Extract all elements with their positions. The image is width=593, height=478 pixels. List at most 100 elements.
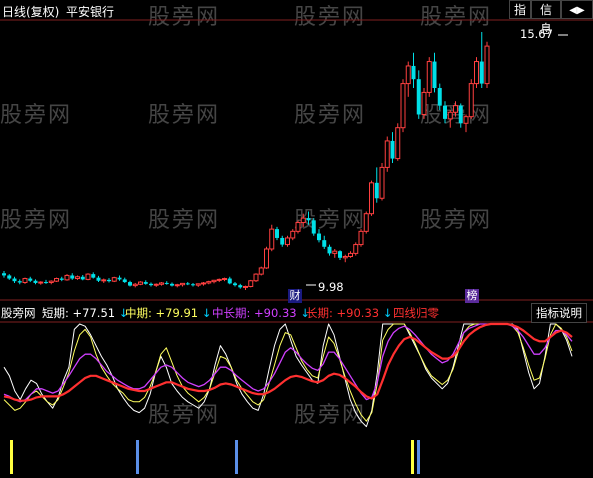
candle-body [7,275,12,279]
low-price-label: 9.98 [318,280,344,294]
nav-arrows-button[interactable]: ◀▶ [561,0,593,19]
candle-body [222,278,227,281]
candle-body [453,105,458,113]
signal-bar [10,440,13,474]
indicator-name[interactable]: 股旁网 [1,305,36,321]
candle-body [153,283,159,286]
candle-body [258,267,264,275]
long-arrow-icon: ↓ [382,306,393,320]
signal-bar [411,440,414,474]
candle-body [474,61,479,85]
candle-body [206,281,212,284]
candle-body [295,222,301,232]
candle-body [379,166,385,199]
midlong-term-label: 中长期 [212,306,247,320]
candle-body [348,252,353,257]
watermark-text: 股旁网 [420,5,492,30]
candle-body [363,213,369,232]
watermark-text: 股旁网 [0,208,72,233]
candle-body [300,217,306,224]
candle-body [174,284,180,287]
short-term-value: +77.51 [72,306,116,320]
short-label: 短期: +77.51 ↓ [42,306,129,320]
candle-body [22,278,28,284]
watermark-text: 股旁网 [148,208,220,233]
watermark-text: 股旁网 [148,103,220,128]
candle-body [248,280,254,287]
candle-body [443,105,447,119]
candle-body [96,277,101,281]
candle-body [243,285,248,288]
watermark-text: 股旁网 [294,403,366,428]
mid-label: 中期: +79.91 ↓ [125,306,212,320]
info-button[interactable]: 信息 [531,0,561,36]
candle-body [180,282,185,286]
candle-body [405,65,411,85]
mid-arrow-icon: ↓ [201,306,212,320]
watermark-text: 股旁网 [294,103,366,128]
candle-body [432,61,437,89]
mid-term-label: 中期 [125,306,148,320]
candle-body [191,284,195,286]
candle-body [290,230,296,239]
period-label[interactable]: 日线(复权) [2,3,59,20]
candle-body [117,277,122,280]
indicator-lines [3,322,573,428]
index-button[interactable]: 指 [509,0,531,19]
watermark-text: 股旁网 [148,5,220,30]
candle-body [75,276,80,280]
candle-body [426,61,432,93]
candle-body [101,279,107,282]
signal-bar [417,440,420,474]
candle-body [54,278,59,282]
candle-body [70,275,75,279]
candle-body [342,255,348,259]
candle-body [48,280,54,284]
signal-bars [10,440,420,474]
watermark-text: 股旁网 [148,403,220,428]
candle-body [164,282,169,284]
zero-line-label: 四线归零 [393,306,439,320]
candle-body [264,248,269,269]
candle-body [374,182,379,199]
candle-body [416,79,421,115]
candle-body [227,278,232,284]
chart-area: 股旁网股旁网 股旁网股旁网 股旁网 股旁网 股旁网股旁网 股旁网 股旁网 股旁网股旁网 股旁网 [0,5,593,474]
candle-body [400,83,406,129]
candle-body [311,220,316,234]
candle-body [280,237,285,245]
candle-body [468,83,474,118]
candle-body [395,127,401,160]
candle-body [458,105,463,124]
candle-body [170,283,174,286]
finance-badge[interactable]: 财 [288,289,302,303]
candle-body [85,273,91,280]
candle-body [59,278,64,280]
candle-body [143,282,148,284]
ranking-badge[interactable]: 榜 [465,289,479,303]
candle-body [358,230,364,246]
candle-body [306,218,311,221]
candle-body [138,281,143,285]
candle-body [12,278,17,282]
candle-body [238,285,243,288]
candle-body [44,282,48,284]
candle-body [80,276,85,280]
candle-body [159,282,164,285]
long-term-label: 长期 [306,306,329,320]
candle-body [64,274,70,281]
candle-body [111,277,117,282]
candle-body [327,246,332,254]
candle-body [285,237,290,246]
candle-body [338,251,342,258]
mid-term-line [3,323,573,422]
candle-body [253,273,259,282]
candle-body [38,281,44,284]
price-annotations [306,34,568,286]
candle-body [332,250,338,254]
stock-name[interactable]: 平安银行 [66,3,114,20]
candle-body [233,283,237,286]
midlong-term-value: +90.33 [254,306,297,320]
candle-body [421,91,427,115]
indicator-help-button[interactable]: 指标说明 [531,303,587,323]
